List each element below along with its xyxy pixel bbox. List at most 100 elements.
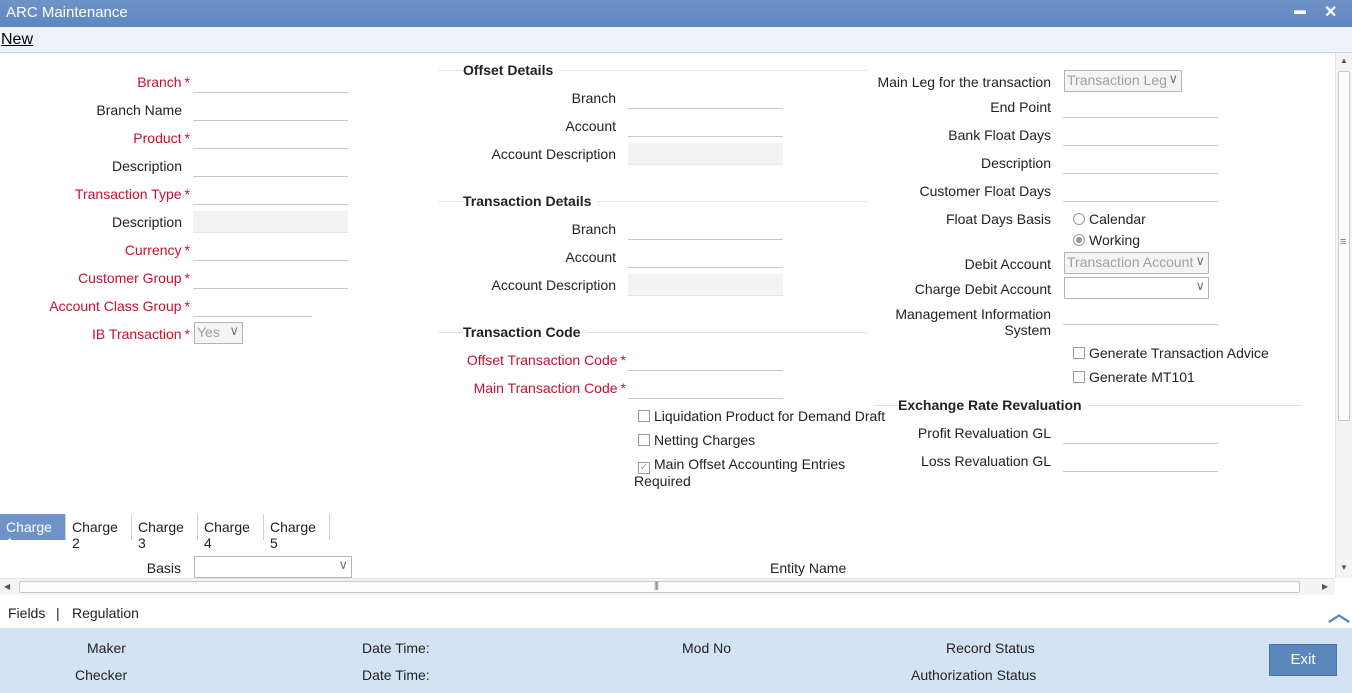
product-description-input[interactable] <box>193 155 348 177</box>
right-description-input[interactable] <box>1063 152 1218 174</box>
generate-advice-row[interactable]: Generate Transaction Advice <box>1073 345 1269 361</box>
working-radio-row[interactable]: Working <box>1073 232 1140 248</box>
main-offset-checkbox-row[interactable]: ✓ Main Offset Accounting Entries <box>638 456 845 474</box>
main-transaction-code-input[interactable] <box>628 377 783 399</box>
fields-link[interactable]: Fields <box>8 605 45 621</box>
account-class-group-label: Account Class Group * <box>49 298 190 314</box>
chevron-down-icon: ∨ <box>229 323 239 338</box>
debit-account-select[interactable]: Transaction Account ∨ <box>1064 252 1209 274</box>
offset-details-title: Offset Details <box>463 62 560 78</box>
customer-group-label: Customer Group * <box>78 270 190 286</box>
generate-mt101-label: Generate MT101 <box>1089 369 1195 385</box>
netting-checkbox-row[interactable]: Netting Charges <box>638 432 755 448</box>
tab-charge-5[interactable]: Charge 5 <box>264 514 330 551</box>
working-radio[interactable] <box>1073 234 1085 246</box>
collapse-icon[interactable]: ︿ <box>1328 596 1350 628</box>
new-button[interactable]: New <box>1 31 33 49</box>
scroll-right-icon[interactable]: ▶ <box>1322 582 1328 591</box>
type-description-input <box>193 211 348 233</box>
basis-label: Basis <box>146 560 181 576</box>
loss-reval-gl-input[interactable] <box>1063 450 1218 472</box>
tab-charge-2[interactable]: Charge 2 <box>66 514 132 551</box>
mis-input[interactable] <box>1063 303 1218 325</box>
minimize-icon[interactable]: ▬ <box>1294 3 1306 17</box>
tab-charge-4[interactable]: Charge 4 <box>198 514 264 551</box>
main-leg-label: Main Leg for the transaction <box>877 74 1051 90</box>
mod-no-label: Mod No <box>682 640 732 656</box>
branch-input[interactable] <box>193 71 348 93</box>
maker-label: Maker <box>87 640 126 656</box>
basis-select[interactable]: ∨ <box>194 556 352 578</box>
offset-account-input[interactable] <box>628 115 783 137</box>
exchange-rate-revaluation-title: Exchange Rate Revaluation <box>898 397 1088 413</box>
vertical-scroll-thumb[interactable]: ≡ <box>1338 71 1350 421</box>
type-description-label: Description <box>111 214 182 230</box>
vertical-scrollbar[interactable]: ▲ ≡ ▼ <box>1335 53 1352 578</box>
currency-label: Currency * <box>124 242 190 258</box>
transaction-type-label: Transaction Type * <box>74 186 190 202</box>
tab-charge-1[interactable]: Charge 1 <box>0 514 66 551</box>
profit-reval-gl-label: Profit Revaluation GL <box>917 425 1051 441</box>
branch-name-input[interactable] <box>193 99 348 121</box>
profit-reval-gl-input[interactable] <box>1063 422 1218 444</box>
generate-mt101-row[interactable]: Generate MT101 <box>1073 369 1195 385</box>
scroll-down-icon[interactable]: ▼ <box>1340 563 1348 572</box>
debit-account-label: Debit Account <box>964 256 1051 272</box>
checker-date-time-label: Date Time: <box>362 667 430 683</box>
bank-float-days-input[interactable] <box>1063 124 1218 146</box>
charge-debit-account-select[interactable]: ∨ <box>1064 277 1209 299</box>
txn-account-description-label: Account Description <box>491 277 616 293</box>
transaction-details-title: Transaction Details <box>463 193 598 209</box>
chevron-down-icon: ∨ <box>338 557 348 572</box>
maker-date-time-label: Date Time: <box>362 640 430 656</box>
txn-branch-input[interactable] <box>628 218 783 240</box>
end-point-label: End Point <box>990 99 1051 115</box>
main-leg-select[interactable]: Transaction Leg ∨ <box>1064 70 1182 92</box>
horizontal-scrollbar[interactable]: ◀ ||| ▶ <box>0 578 1335 595</box>
offset-account-description-input <box>628 143 783 165</box>
product-input[interactable] <box>193 127 348 149</box>
regulation-link[interactable]: Regulation <box>72 605 139 621</box>
customer-group-input[interactable] <box>193 267 348 289</box>
footer-separator: | <box>56 605 60 621</box>
bank-float-days-label: Bank Float Days <box>948 127 1051 143</box>
account-class-group-input[interactable] <box>193 295 312 317</box>
window-title: ARC Maintenance <box>6 4 128 21</box>
tab-charge-3[interactable]: Charge 3 <box>132 514 198 551</box>
netting-label: Netting Charges <box>654 432 756 448</box>
calendar-radio[interactable] <box>1073 213 1085 225</box>
horizontal-scroll-thumb[interactable]: ||| <box>19 580 1300 593</box>
txn-account-input[interactable] <box>628 246 783 268</box>
transaction-code-title: Transaction Code <box>463 324 587 340</box>
customer-float-days-label: Customer Float Days <box>919 183 1051 199</box>
offset-transaction-code-input[interactable] <box>628 349 783 371</box>
loss-reval-gl-label: Loss Revaluation GL <box>921 453 1051 469</box>
ib-transaction-select[interactable]: Yes ∨ <box>194 322 243 344</box>
chevron-down-icon: ∨ <box>1195 278 1205 293</box>
checker-label: Checker <box>75 667 128 683</box>
chevron-down-icon: ∨ <box>1168 71 1178 86</box>
generate-advice-checkbox[interactable] <box>1073 347 1085 359</box>
exit-button[interactable]: Exit <box>1269 644 1337 676</box>
chevron-down-icon: ∨ <box>1195 253 1205 268</box>
offset-branch-input[interactable] <box>628 87 783 109</box>
currency-input[interactable] <box>193 239 348 261</box>
generate-mt101-checkbox[interactable] <box>1073 371 1085 383</box>
scroll-up-icon[interactable]: ▲ <box>1340 56 1348 65</box>
right-description-label: Description <box>980 155 1051 171</box>
calendar-radio-row[interactable]: Calendar <box>1073 211 1146 227</box>
txn-account-description-input <box>628 274 783 296</box>
transaction-type-input[interactable] <box>193 183 348 205</box>
main-offset-label: Main Offset Accounting Entries <box>654 456 846 472</box>
close-icon[interactable]: ✕ <box>1324 2 1337 22</box>
branch-label: Branch * <box>137 74 190 90</box>
scroll-left-icon[interactable]: ◀ <box>4 582 10 591</box>
netting-checkbox[interactable] <box>638 434 650 446</box>
liquidation-checkbox[interactable] <box>638 410 650 422</box>
customer-float-days-input[interactable] <box>1063 180 1218 202</box>
end-point-input[interactable] <box>1063 96 1218 118</box>
menu-bar: New <box>0 27 1352 53</box>
liquidation-checkbox-row[interactable]: Liquidation Product for Demand Draft <box>638 408 885 424</box>
charge-debit-account-label: Charge Debit Account <box>914 281 1051 297</box>
offset-branch-label: Branch <box>571 90 616 106</box>
